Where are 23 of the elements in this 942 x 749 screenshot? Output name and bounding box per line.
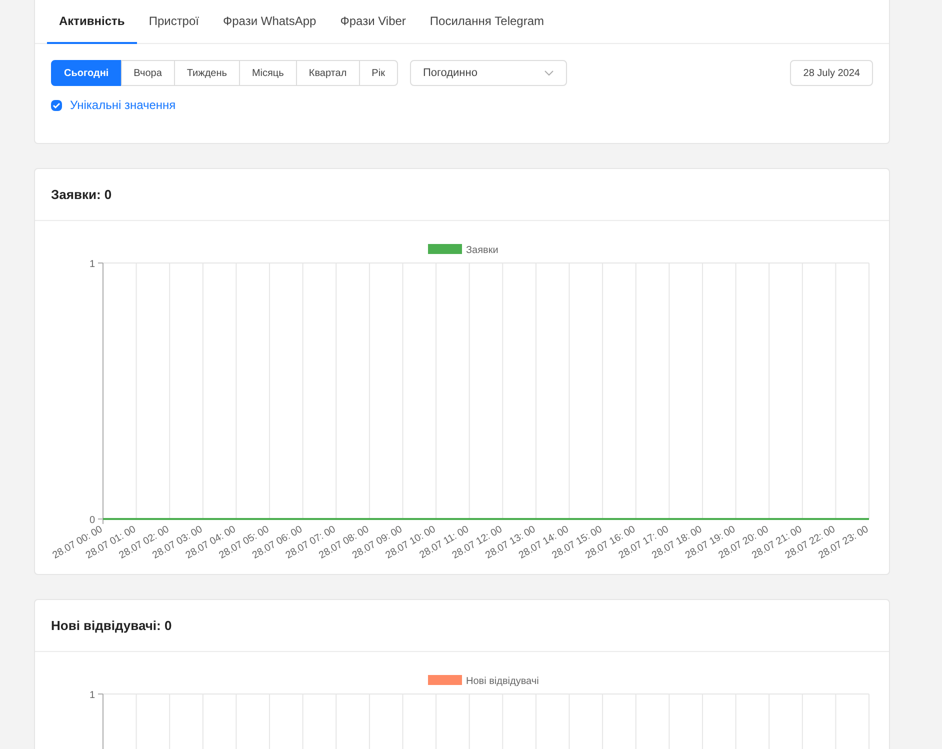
period-button[interactable]: Місяць [238,60,297,86]
y-axis [98,694,104,749]
legend-label: Нові відвідувачі [466,676,539,687]
period-button[interactable]: Вчора [120,60,175,86]
legend-label: Заявки [466,245,498,256]
date-button[interactable]: 28 July 2024 [790,60,873,86]
y-tick-label: 0 [89,515,95,526]
y-tick-label: 1 [89,690,95,701]
grouping-select[interactable]: Погодинно [410,60,567,86]
tab[interactable]: Фрази Viber [328,0,418,44]
tab[interactable]: Посилання Telegram [418,0,556,44]
period-button[interactable]: Тиждень [174,60,240,86]
period-button[interactable]: Рік [358,60,398,86]
chevron-down-icon [544,70,554,76]
tab[interactable]: Пристрої [136,0,211,44]
period-button[interactable]: Сьогодні [51,60,122,86]
card-title: Заявки: 0 [51,186,112,204]
y-tick-label: 1 [89,259,95,270]
unique-values-checkbox[interactable]: Унікальні значення [35,96,192,114]
tab[interactable]: Активність [47,0,137,44]
period-button[interactable]: Квартал [296,60,360,86]
card-title: Нові відвідувачі: 0 [51,616,172,635]
tab[interactable]: Фрази WhatsApp [211,0,328,44]
